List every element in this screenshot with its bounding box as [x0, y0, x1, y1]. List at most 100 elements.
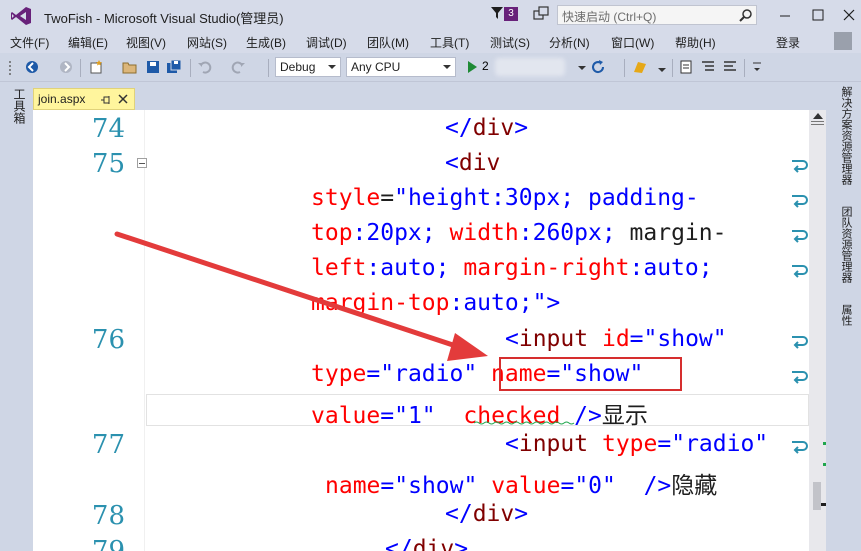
- menu-help[interactable]: 帮助(H): [675, 34, 716, 51]
- word-wrap-icon: [792, 441, 808, 454]
- menu-team[interactable]: 团队(M): [367, 34, 409, 51]
- vertical-scrollbar[interactable]: [809, 110, 826, 551]
- code-line: <div: [445, 150, 501, 176]
- word-wrap-icon: [792, 195, 808, 208]
- avatar[interactable]: [834, 32, 852, 50]
- change-marker: [823, 442, 826, 445]
- tab-join-aspx[interactable]: join.aspx: [33, 88, 135, 110]
- chevron-down-icon[interactable]: [654, 59, 670, 75]
- title-bar: TwoFish - Microsoft Visual Studio(管理员) 3…: [0, 0, 861, 31]
- code-line: </div>: [385, 536, 469, 551]
- properties-tab[interactable]: 属性: [838, 304, 854, 326]
- toolbar-separator: [672, 59, 673, 77]
- document-icon[interactable]: [678, 59, 694, 75]
- warning-squiggle: [474, 421, 575, 425]
- platform-value: Any CPU: [351, 60, 401, 74]
- filter-icon[interactable]: [490, 6, 504, 20]
- code-line: left:auto; margin-right:auto;: [311, 255, 713, 281]
- visual-studio-logo-icon: [11, 7, 31, 25]
- solution-explorer-tab[interactable]: 解决方案资源管理器: [838, 86, 854, 185]
- scroll-up-icon[interactable]: [813, 113, 823, 119]
- maximize-icon[interactable]: [803, 0, 833, 31]
- code-line: </div>: [445, 501, 529, 527]
- toolbox-tab[interactable]: 工具箱: [6, 88, 28, 124]
- word-wrap-icon: [792, 371, 808, 384]
- line-number: 74: [91, 114, 125, 144]
- menu-analyze[interactable]: 分析(N): [549, 34, 590, 51]
- line-number: 79: [91, 536, 125, 551]
- gutter-border: [144, 110, 145, 551]
- refresh-icon[interactable]: [590, 59, 606, 75]
- menu-view[interactable]: 视图(V): [126, 34, 166, 51]
- close-window-icon[interactable]: [834, 0, 861, 31]
- browser-link-icon[interactable]: [632, 59, 648, 75]
- toolbar-separator: [624, 59, 625, 77]
- redo-icon[interactable]: [230, 59, 246, 75]
- word-wrap-icon: [792, 160, 808, 173]
- uncomment-icon[interactable]: [722, 59, 738, 75]
- scroll-thumb[interactable]: [813, 482, 821, 510]
- menu-window[interactable]: 窗口(W): [611, 34, 654, 51]
- quick-launch-placeholder: 快速启动 (Ctrl+Q): [562, 10, 657, 24]
- open-file-icon[interactable]: [122, 59, 138, 75]
- left-panel-strip: [0, 82, 33, 551]
- menu-edit[interactable]: 编辑(E): [68, 34, 108, 51]
- menu-website[interactable]: 网站(S): [187, 34, 227, 51]
- save-icon[interactable]: [145, 59, 161, 75]
- minimize-icon[interactable]: [770, 0, 800, 31]
- login-link[interactable]: 登录: [776, 34, 800, 51]
- word-wrap-icon: [792, 265, 808, 278]
- code-line: top:20px; width:260px; margin-: [311, 220, 727, 246]
- menu-file[interactable]: 文件(F): [10, 34, 49, 51]
- fold-collapse-icon[interactable]: [137, 158, 147, 168]
- toolbar-separator: [744, 59, 745, 77]
- line-number: 75: [91, 149, 125, 179]
- document-tab-row: join.aspx: [33, 82, 826, 110]
- forward-icon[interactable]: [58, 59, 74, 75]
- close-icon[interactable]: [117, 93, 129, 105]
- config-select[interactable]: Debug: [275, 57, 341, 77]
- code-line: margin-top:auto;">: [311, 290, 561, 316]
- line-number: 77: [91, 430, 125, 460]
- code-editor[interactable]: 74 75 76 77 78 79 </div> <div style="hei…: [33, 110, 826, 551]
- search-icon[interactable]: [739, 8, 753, 22]
- toolbar-separator: [190, 59, 191, 77]
- team-explorer-tab[interactable]: 团队资源管理器: [838, 206, 854, 283]
- chevron-down-icon[interactable]: [574, 59, 590, 75]
- toolbar-separator: [268, 59, 269, 77]
- line-number: 76: [91, 325, 125, 355]
- comment-icon[interactable]: [700, 59, 716, 75]
- notification-badge[interactable]: 3: [504, 7, 518, 21]
- platform-select[interactable]: Any CPU: [346, 57, 456, 77]
- menu-debug[interactable]: 调试(D): [306, 34, 347, 51]
- code-line: <input type="radio": [505, 431, 769, 457]
- window-title: TwoFish - Microsoft Visual Studio(管理员): [44, 11, 284, 26]
- run-icon[interactable]: [464, 59, 480, 75]
- back-icon[interactable]: [24, 59, 40, 75]
- grip-icon[interactable]: [8, 59, 14, 75]
- highlight-box: [499, 357, 682, 391]
- toolbar-separator: [80, 59, 81, 77]
- pin-icon[interactable]: [100, 94, 112, 106]
- quick-launch-input[interactable]: 快速启动 (Ctrl+Q): [557, 5, 757, 25]
- code-line: name="show" value="0" />隐藏: [325, 473, 718, 499]
- menu-test[interactable]: 测试(S): [490, 34, 530, 51]
- redacted-region: [495, 58, 565, 76]
- line-number: 78: [91, 501, 125, 531]
- code-line: style="height:30px; padding-: [311, 185, 699, 211]
- code-line: </div>: [445, 115, 529, 141]
- change-marker: [823, 463, 826, 466]
- menu-build[interactable]: 生成(B): [246, 34, 286, 51]
- tab-label: join.aspx: [38, 92, 86, 106]
- splitter-handle[interactable]: [811, 121, 824, 125]
- word-wrap-icon: [792, 230, 808, 243]
- menu-tools[interactable]: 工具(T): [430, 34, 469, 51]
- save-all-icon[interactable]: [166, 59, 182, 75]
- toolbar-overflow-icon[interactable]: [750, 59, 766, 75]
- new-project-icon[interactable]: [88, 59, 104, 75]
- caret-marker: [821, 503, 826, 506]
- code-line: <input id="show": [505, 326, 727, 352]
- undo-icon[interactable]: [197, 59, 213, 75]
- run-target[interactable]: 2: [482, 59, 489, 73]
- feedback-icon[interactable]: [533, 6, 549, 22]
